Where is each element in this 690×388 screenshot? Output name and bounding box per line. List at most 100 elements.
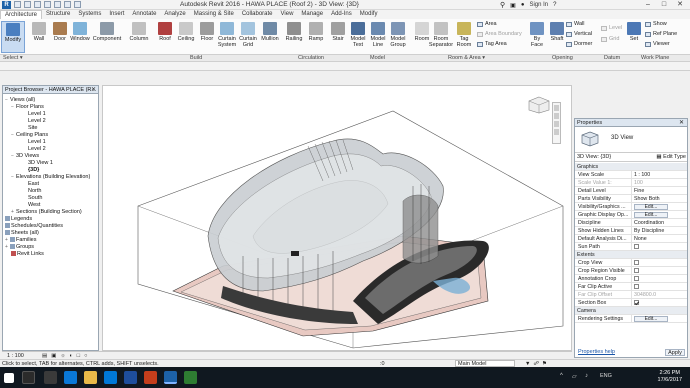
save-icon[interactable]: [24, 1, 31, 8]
property-checkbox[interactable]: [631, 299, 686, 307]
tree-item-legends[interactable]: Legends: [5, 216, 32, 223]
property-group-header[interactable]: Camera: [575, 307, 687, 315]
tag-room-button[interactable]: Tag Room: [454, 21, 474, 53]
tree-item-west[interactable]: West: [28, 202, 40, 209]
revit-logo-icon[interactable]: R: [2, 1, 11, 9]
tree-item-schedules[interactable]: Schedules/Quantities: [5, 223, 63, 230]
curtain-system-button[interactable]: Curtain System: [216, 21, 238, 53]
checkbox[interactable]: [634, 276, 639, 281]
property-value[interactable]: Coordination: [631, 219, 686, 227]
stair-button[interactable]: Stair: [326, 21, 350, 53]
language-indicator[interactable]: ENG: [600, 373, 612, 379]
model-text-button[interactable]: Model Text: [348, 21, 368, 53]
property-row[interactable]: Far Clip Active: [575, 283, 687, 291]
room-separator-button[interactable]: Room Separator: [428, 21, 454, 53]
maximize-button[interactable]: □: [656, 0, 672, 9]
property-row[interactable]: Crop Region Visible: [575, 267, 687, 275]
property-row[interactable]: Detail Level Fine: [575, 187, 687, 195]
tree-item-groups[interactable]: + Groups: [5, 244, 34, 251]
help-icon[interactable]: ?: [553, 2, 556, 8]
search-taskbar-icon[interactable]: [22, 371, 35, 384]
file-explorer-icon[interactable]: [84, 371, 97, 384]
taskbar-clock[interactable]: 2:26 PM 17/6/2017: [658, 370, 682, 384]
shaft-button[interactable]: Shaft: [547, 21, 567, 53]
property-checkbox[interactable]: [631, 267, 686, 275]
store-icon[interactable]: [104, 371, 117, 384]
property-value[interactable]: 100: [631, 179, 686, 187]
grid-button[interactable]: Grid: [601, 36, 619, 43]
redo-icon[interactable]: [44, 1, 51, 8]
orbit-icon[interactable]: [554, 129, 559, 135]
close-button[interactable]: ✕: [672, 0, 688, 9]
tab-architecture[interactable]: Architecture: [0, 10, 43, 19]
property-row[interactable]: Parts Visibility Show Both: [575, 195, 687, 203]
curtain-grid-button[interactable]: Curtain Grid: [238, 21, 258, 53]
property-checkbox[interactable]: [631, 259, 686, 267]
edit-button[interactable]: Edit...: [634, 204, 668, 210]
property-row[interactable]: Scale Value 1: 100: [575, 179, 687, 187]
property-row[interactable]: Visibility/Graphics ... Edit...: [575, 203, 687, 211]
powerpoint-icon[interactable]: [144, 371, 157, 384]
measure-icon[interactable]: [64, 1, 71, 8]
tree-item-east[interactable]: East: [28, 181, 39, 188]
type-selector[interactable]: 3D View: [575, 127, 687, 153]
search-icon[interactable]: ⚲: [500, 1, 505, 9]
level-button[interactable]: Level: [601, 25, 622, 32]
tab-add-ins[interactable]: Add-Ins: [327, 10, 356, 19]
tree-item-sheets[interactable]: Sheets (all): [5, 230, 39, 237]
ref-plane-button[interactable]: Ref Plane: [645, 31, 677, 38]
property-value[interactable]: By Discipline: [631, 227, 686, 235]
tag-area-button[interactable]: Tag Area: [477, 41, 507, 48]
tree-item-elevations[interactable]: − Elevations (Building Elevation): [11, 174, 90, 181]
tree-item-north[interactable]: North: [28, 188, 41, 195]
show-workplane-button[interactable]: Show: [645, 21, 667, 28]
tab-collaborate[interactable]: Collaborate: [238, 10, 277, 19]
steering-wheel-icon[interactable]: [554, 105, 559, 111]
property-value[interactable]: None: [631, 235, 686, 243]
sign-in-button[interactable]: Sign In: [529, 2, 548, 8]
viewer-button[interactable]: Viewer: [645, 41, 670, 48]
checkbox[interactable]: [634, 300, 639, 305]
tree-item-revit-links[interactable]: Revit Links: [11, 251, 44, 258]
tree-item-3d-views[interactable]: −3D Views: [11, 153, 39, 160]
tree-item-3d-view-1[interactable]: 3D View 1: [28, 160, 53, 167]
tab-massing-site[interactable]: Massing & Site: [190, 10, 238, 19]
property-group-header[interactable]: Extents: [575, 251, 687, 259]
property-edit-button[interactable]: Edit...: [631, 203, 686, 211]
edit-type-button[interactable]: ▦ Edit Type: [656, 153, 686, 162]
property-value[interactable]: Show Both: [631, 195, 686, 203]
design-option-selector[interactable]: Main Model: [455, 360, 515, 367]
opening-wall-button[interactable]: Wall: [566, 21, 585, 28]
word-icon[interactable]: [124, 371, 137, 384]
property-row[interactable]: Annotation Crop: [575, 275, 687, 283]
open-icon[interactable]: [14, 1, 21, 8]
property-row[interactable]: Graphic Display Op... Edit...: [575, 211, 687, 219]
undo-icon[interactable]: [34, 1, 41, 8]
3d-view-canvas[interactable]: [102, 85, 572, 351]
tab-systems[interactable]: Systems: [74, 10, 105, 19]
property-checkbox[interactable]: [631, 275, 686, 283]
navigation-bar[interactable]: [552, 102, 561, 144]
tab-analyze[interactable]: Analyze: [160, 10, 189, 19]
area-button[interactable]: Area: [477, 21, 497, 28]
tree-item-south[interactable]: South: [28, 195, 42, 202]
checkbox[interactable]: [634, 260, 639, 265]
set-workplane-button[interactable]: Set: [625, 21, 643, 53]
model-group-button[interactable]: Model Group: [388, 21, 408, 53]
building-3d-model[interactable]: [103, 86, 573, 352]
component-button[interactable]: Component: [92, 21, 122, 53]
tree-item-floor-plans[interactable]: − Floor Plans: [11, 104, 44, 111]
revit-taskbar-icon[interactable]: [164, 371, 177, 384]
task-view-icon[interactable]: [44, 371, 57, 384]
column-button[interactable]: Column: [127, 21, 151, 53]
property-row[interactable]: Crop View: [575, 259, 687, 267]
property-edit-button[interactable]: Edit...: [631, 211, 686, 219]
edit-button[interactable]: Edit...: [634, 212, 668, 218]
properties-close-icon[interactable]: ✕: [679, 119, 684, 127]
dormer-button[interactable]: Dormer: [566, 41, 592, 48]
property-group-header[interactable]: Graphics: [575, 163, 687, 171]
tree-item-families[interactable]: + Families: [5, 237, 36, 244]
tree-item-ceiling-level-2[interactable]: Level 2: [28, 146, 46, 153]
network-icon[interactable]: ▱: [572, 373, 577, 380]
window-tool-button[interactable]: Window: [68, 21, 92, 53]
